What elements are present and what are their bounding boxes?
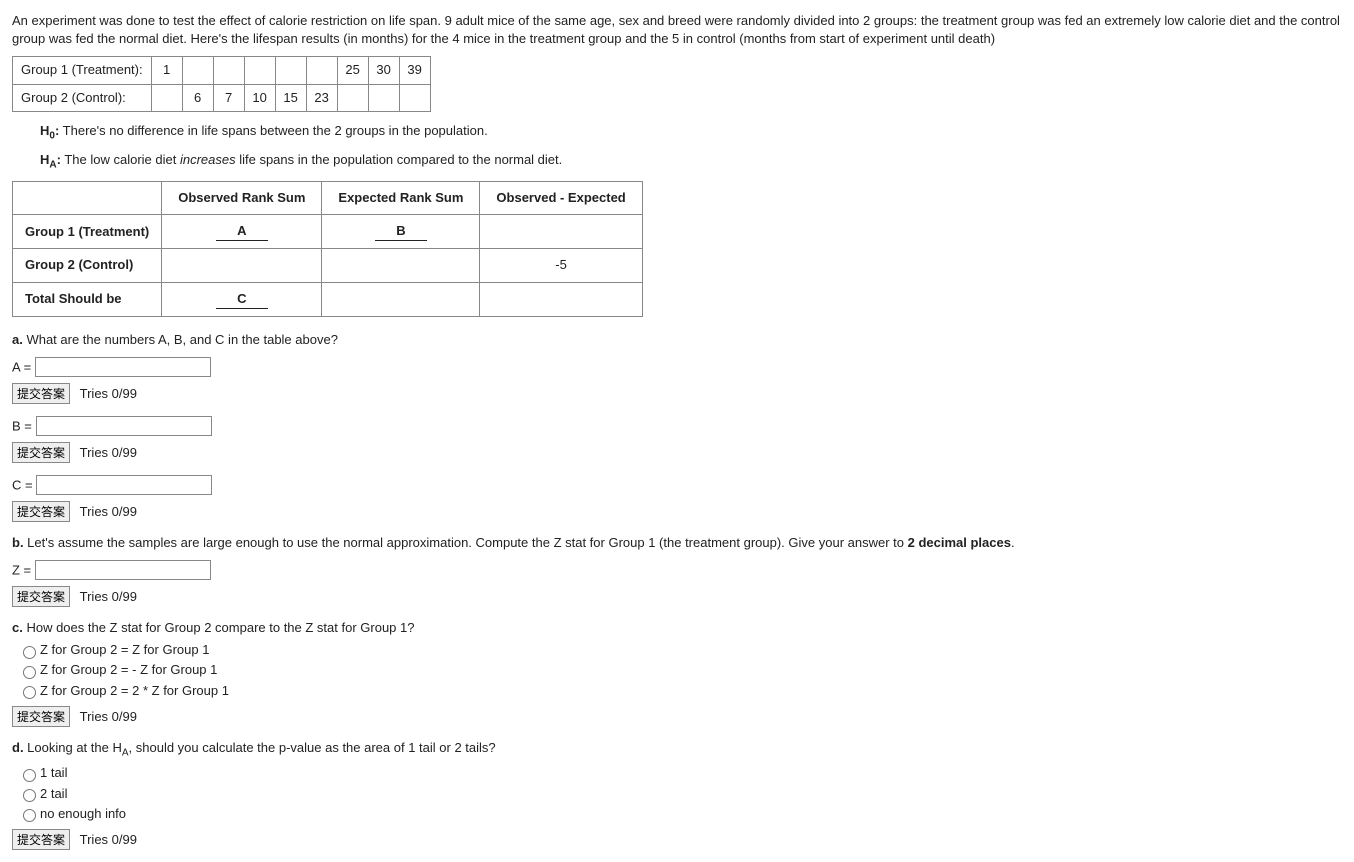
- c-label: C =: [12, 477, 33, 492]
- radio-label: no enough info: [40, 806, 126, 821]
- cell: [182, 57, 213, 84]
- tries-text: Tries 0/99: [80, 832, 137, 847]
- radio-qc-1[interactable]: [23, 646, 36, 659]
- tries-text: Tries 0/99: [80, 589, 137, 604]
- cell: [275, 57, 306, 84]
- tries-text: Tries 0/99: [80, 709, 137, 724]
- question-d: d. Looking at the HA, should you calcula…: [12, 739, 1342, 761]
- tries-text: Tries 0/99: [80, 445, 137, 460]
- tries-text: Tries 0/99: [80, 386, 137, 401]
- input-row-z: Z =: [12, 560, 1342, 580]
- rank-cell: [480, 282, 642, 316]
- cell: [306, 57, 337, 84]
- radio-label: Z for Group 2 = 2 * Z for Group 1: [40, 683, 229, 698]
- null-hypothesis: H0: There's no difference in life spans …: [40, 122, 1342, 144]
- submit-button[interactable]: 提交答案: [12, 586, 70, 607]
- table-row: Group 2 (Control): 6 7 10 15 23: [13, 84, 431, 111]
- cell: 6: [182, 84, 213, 111]
- rank-cell: [480, 215, 642, 249]
- cell: [151, 84, 182, 111]
- rank-cell: [322, 282, 480, 316]
- z-label: Z =: [12, 563, 31, 578]
- a-label: A =: [12, 359, 31, 374]
- table-row: Group 2 (Control) -5: [13, 249, 643, 282]
- radio-qd-2[interactable]: [23, 789, 36, 802]
- input-row-a: A =: [12, 357, 1342, 377]
- radio-label: Z for Group 2 = Z for Group 1: [40, 642, 209, 657]
- rank-cell: [322, 249, 480, 282]
- radio-qd-1[interactable]: [23, 769, 36, 782]
- th-blank: [13, 181, 162, 214]
- radio-qc-2[interactable]: [23, 666, 36, 679]
- rank-cell: [162, 249, 322, 282]
- cell: [244, 57, 275, 84]
- table-row: Group 1 (Treatment): 1 25 30 39: [13, 57, 431, 84]
- submit-button[interactable]: 提交答案: [12, 501, 70, 522]
- radio-label: 1 tail: [40, 765, 67, 780]
- radio-label: 2 tail: [40, 786, 67, 801]
- table-header-row: Observed Rank Sum Expected Rank Sum Obse…: [13, 181, 643, 214]
- th-observed: Observed Rank Sum: [162, 181, 322, 214]
- submit-button[interactable]: 提交答案: [12, 383, 70, 404]
- question-b: b. Let's assume the samples are large en…: [12, 534, 1342, 552]
- cell: [368, 84, 399, 111]
- b-input[interactable]: [36, 416, 212, 436]
- cell: 23: [306, 84, 337, 111]
- tries-text: Tries 0/99: [80, 504, 137, 519]
- th-diff: Observed - Expected: [480, 181, 642, 214]
- cell: 30: [368, 57, 399, 84]
- cell: 10: [244, 84, 275, 111]
- row1-label: Group 1 (Treatment):: [13, 57, 152, 84]
- rank-row-label: Group 2 (Control): [13, 249, 162, 282]
- th-expected: Expected Rank Sum: [322, 181, 480, 214]
- cell: [213, 57, 244, 84]
- intro-text: An experiment was done to test the effec…: [12, 12, 1342, 48]
- alt-hypothesis: HA: The low calorie diet increases life …: [40, 151, 1342, 173]
- row2-label: Group 2 (Control):: [13, 84, 152, 111]
- z-input[interactable]: [35, 560, 211, 580]
- b-label: B =: [12, 418, 32, 433]
- input-row-c: C =: [12, 475, 1342, 495]
- cell: 1: [151, 57, 182, 84]
- radio-qd-3[interactable]: [23, 809, 36, 822]
- submit-button[interactable]: 提交答案: [12, 706, 70, 727]
- question-c: c. How does the Z stat for Group 2 compa…: [12, 619, 1342, 637]
- rank-row-label: Total Should be: [13, 282, 162, 316]
- rank-row-label: Group 1 (Treatment): [13, 215, 162, 249]
- rank-cell: B: [322, 215, 480, 249]
- submit-button[interactable]: 提交答案: [12, 829, 70, 850]
- lifespan-table: Group 1 (Treatment): 1 25 30 39 Group 2 …: [12, 56, 431, 111]
- rank-cell: A: [162, 215, 322, 249]
- rank-cell: C: [162, 282, 322, 316]
- cell: [337, 84, 368, 111]
- table-row: Total Should be C: [13, 282, 643, 316]
- radio-qc-3[interactable]: [23, 686, 36, 699]
- cell: 7: [213, 84, 244, 111]
- a-input[interactable]: [35, 357, 211, 377]
- input-row-b: B =: [12, 416, 1342, 436]
- cell: [399, 84, 430, 111]
- rank-sum-table: Observed Rank Sum Expected Rank Sum Obse…: [12, 181, 643, 317]
- cell: 25: [337, 57, 368, 84]
- table-row: Group 1 (Treatment) A B: [13, 215, 643, 249]
- rank-cell: -5: [480, 249, 642, 282]
- c-input[interactable]: [36, 475, 212, 495]
- cell: 15: [275, 84, 306, 111]
- question-a: a. What are the numbers A, B, and C in t…: [12, 331, 1342, 349]
- submit-button[interactable]: 提交答案: [12, 442, 70, 463]
- cell: 39: [399, 57, 430, 84]
- radio-label: Z for Group 2 = - Z for Group 1: [40, 662, 217, 677]
